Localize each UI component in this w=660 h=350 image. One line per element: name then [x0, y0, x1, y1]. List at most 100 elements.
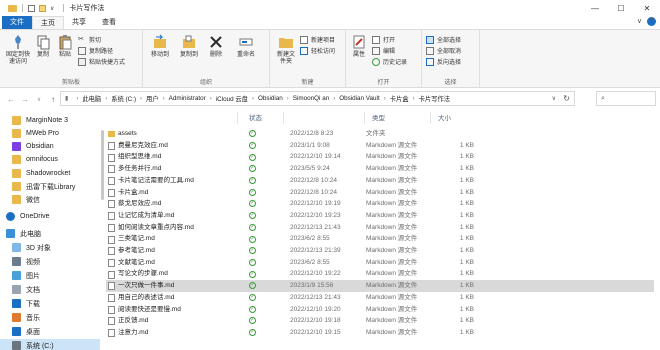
breadcrumb-chevron-icon[interactable]: › — [384, 96, 386, 102]
column-status-header[interactable]: 状态 — [249, 112, 262, 124]
file-row[interactable]: 卡片笔记法需要的工具.md ✓ 2022/12/8 10:24 Markdown 源文… — [106, 175, 654, 187]
file-row[interactable]: 三类笔记.md ✓ 2023/6/2 8:55 Markdown 源文件 1 KB — [106, 233, 654, 245]
file-name[interactable]: 组织型思维.md — [118, 151, 248, 163]
nav-item[interactable]: MWeb Pro — [0, 127, 100, 140]
maximize-button[interactable]: ☐ — [608, 0, 634, 16]
file-name[interactable]: 卡片笔记法需要的工具.md — [118, 175, 248, 187]
file-name[interactable]: 三类笔记.md — [118, 233, 248, 245]
edit-button[interactable]: 编辑 — [372, 46, 395, 55]
minimize-button[interactable]: — — [582, 0, 608, 16]
tab-file[interactable]: 文件 — [2, 16, 32, 29]
file-row[interactable]: 卡片盒.md ✓ 2022/12/8 10:24 Markdown 源文件 1 KB — [106, 187, 654, 199]
file-name[interactable]: 蔡戈尼效应.md — [118, 198, 248, 210]
pin-quick-access-button[interactable]: 固定到快速访问 — [4, 34, 32, 66]
close-button[interactable]: ✕ — [634, 0, 660, 16]
file-name[interactable]: 如何阅读文章重点内容.md — [118, 222, 248, 234]
nav-item[interactable]: 图片 — [0, 269, 100, 282]
file-name[interactable]: 阅读要快还是要慢.md — [118, 304, 248, 316]
breadcrumb-item[interactable]: 用户 — [146, 94, 159, 103]
file-name[interactable]: assets — [118, 128, 248, 140]
nav-item[interactable]: MarginNote 3 — [0, 114, 100, 127]
file-row[interactable]: 阅读要快还是要慢.md ✓ 2022/12/10 19:20 Markdown 源文件… — [106, 304, 654, 316]
breadcrumb-chevron-icon[interactable]: › — [140, 96, 142, 102]
nav-item[interactable]: OneDrive — [0, 210, 100, 223]
file-row[interactable]: 组织型思维.md ✓ 2022/12/10 19:14 Markdown 源文件 1 K… — [106, 151, 654, 163]
tab-share[interactable]: 共享 — [64, 16, 94, 29]
select-none-button[interactable]: 全部取消 — [426, 46, 461, 55]
breadcrumb-chevron-icon[interactable]: › — [105, 96, 107, 102]
breadcrumb-chevron-icon[interactable]: › — [413, 96, 415, 102]
quick-access-checkbox-icon[interactable] — [28, 4, 35, 12]
nav-item[interactable]: 下载 — [0, 297, 100, 310]
ribbon-collapse-icon[interactable]: ∨ — [637, 17, 642, 26]
file-row[interactable]: 蔡戈尼效应.md ✓ 2022/12/10 19:19 Markdown 源文件 1 K… — [106, 198, 654, 210]
breadcrumb-chevron-icon[interactable]: › — [210, 96, 212, 102]
file-row[interactable]: 多任务并行.md ✓ 2023/5/5 9:24 Markdown 源文件 1 KB — [106, 163, 654, 175]
file-row[interactable]: 如何阅读文章重点内容.md ✓ 2022/12/13 21:43 Markdown 源… — [106, 222, 654, 234]
breadcrumb-chevron-icon[interactable]: › — [76, 96, 78, 102]
up-arrow-icon[interactable]: ↑ — [46, 92, 60, 106]
copy-button[interactable]: 复制 — [34, 34, 52, 59]
file-name[interactable]: 卡片盒.md — [118, 187, 248, 199]
delete-button[interactable]: 删除 — [205, 34, 227, 59]
nav-item[interactable]: 文档 — [0, 283, 100, 296]
tab-view[interactable]: 查看 — [94, 16, 124, 29]
refresh-icon[interactable]: ↻ — [563, 94, 570, 103]
help-icon[interactable]: ? — [647, 17, 656, 26]
address-bar[interactable]: ▮ › 此电脑 › 系统 (C:) › 用户 › Administrator › iCloud 云… — [60, 91, 575, 106]
file-row[interactable]: 一次只做一件事.md ✓ 2023/1/9 15:56 Markdown 源文件 1 K… — [106, 280, 654, 292]
breadcrumb-chevron-icon[interactable]: › — [252, 96, 254, 102]
paste-shortcut-button[interactable]: 粘贴快捷方式 — [78, 57, 125, 66]
recent-dropdown-icon[interactable]: ∨ — [32, 92, 46, 106]
forward-arrow-icon[interactable]: → — [18, 92, 32, 106]
column-size-header[interactable]: 大小 — [438, 112, 451, 124]
nav-item[interactable]: 3D 对象 — [0, 241, 100, 254]
file-row[interactable]: 参考笔记.md ✓ 2022/12/13 21:39 Markdown 源文件 1 KB — [106, 245, 654, 257]
file-row[interactable]: 写论文的步骤.md ✓ 2022/12/10 19:22 Markdown 源文件 1 … — [106, 268, 654, 280]
file-row[interactable]: 让记忆成为清单.md ✓ 2022/12/10 19:23 Markdown 源文件 1… — [106, 210, 654, 222]
file-name[interactable]: 文献笔记.md — [118, 257, 248, 269]
file-name[interactable]: 写论文的步骤.md — [118, 268, 248, 280]
file-row[interactable]: assets ✓ 2022/12/8 8:23 文件夹 — [106, 128, 654, 140]
history-button[interactable]: 历史记录 — [372, 57, 407, 66]
nav-scrollbar-thumb[interactable] — [101, 130, 104, 200]
breadcrumb-chevron-icon[interactable]: › — [163, 96, 165, 102]
breadcrumb-item[interactable]: Obsidian — [258, 95, 283, 102]
back-arrow-icon[interactable]: ← — [4, 92, 18, 106]
column-divider[interactable] — [364, 112, 365, 124]
tab-home[interactable]: 主页 — [32, 16, 64, 29]
easy-access-button[interactable]: 轻松访问 — [300, 46, 335, 55]
select-all-button[interactable]: 全部选择 — [426, 35, 461, 44]
breadcrumb-item[interactable]: 卡片写作法 — [419, 94, 450, 103]
file-name[interactable]: 费曼尼克效应.md — [118, 140, 248, 152]
file-name[interactable]: 正反馈.md — [118, 315, 248, 327]
nav-item[interactable]: 微信 — [0, 193, 100, 206]
file-name[interactable]: 让记忆成为清单.md — [118, 210, 248, 222]
column-divider[interactable] — [237, 112, 238, 124]
file-row[interactable]: 费曼尼克效应.md ✓ 2023/1/1 9:08 Markdown 源文件 1 KB — [106, 140, 654, 152]
nav-scrollbar[interactable] — [101, 112, 105, 350]
breadcrumb-item[interactable]: Obsidian Vault — [339, 95, 380, 102]
properties-button[interactable]: 属性 — [349, 34, 369, 59]
file-row[interactable]: 用自己的表述话.md ✓ 2022/12/13 21:43 Markdown 源文件 1… — [106, 292, 654, 304]
search-input[interactable]: ⌕ — [596, 91, 656, 106]
copy-to-button[interactable]: 复制到 — [176, 34, 202, 59]
nav-item[interactable]: 此电脑 — [0, 227, 100, 240]
breadcrumb-item[interactable]: SimoonQi an — [293, 95, 329, 102]
new-item-button[interactable]: 新建项目 — [300, 35, 335, 44]
nav-item[interactable]: 桌面 — [0, 325, 100, 338]
breadcrumb-chevron-icon[interactable]: › — [287, 96, 289, 102]
file-name[interactable]: 多任务并行.md — [118, 163, 248, 175]
nav-item[interactable]: omnifocus — [0, 153, 100, 166]
column-divider[interactable] — [283, 112, 284, 124]
paste-button[interactable]: 粘贴 — [56, 34, 74, 59]
copy-path-button[interactable]: 复制路径 — [78, 46, 113, 55]
file-row[interactable]: 文献笔记.md ✓ 2023/6/2 8:55 Markdown 源文件 1 KB — [106, 257, 654, 269]
quick-access-folder-icon[interactable] — [39, 4, 46, 12]
open-button[interactable]: 打开 — [372, 35, 395, 44]
breadcrumb-item[interactable]: iCloud 云盘 — [216, 94, 248, 103]
move-to-button[interactable]: 移动到 — [147, 34, 173, 59]
column-divider[interactable] — [430, 112, 431, 124]
quick-access-dropdown-icon[interactable]: ∨ — [50, 5, 54, 12]
nav-item[interactable]: 视频 — [0, 255, 100, 268]
